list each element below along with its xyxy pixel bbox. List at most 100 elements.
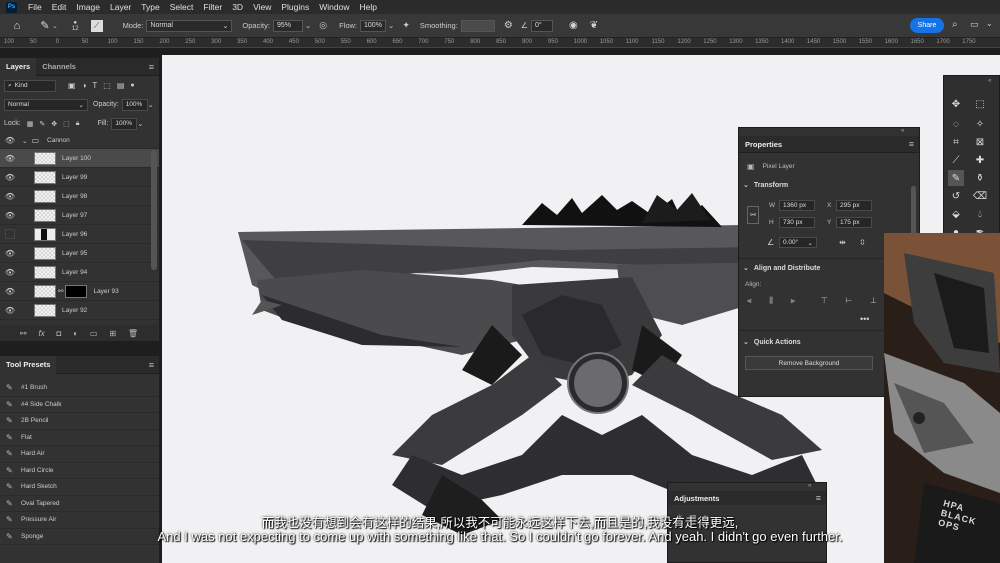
eye-icon[interactable]: 👁︎ xyxy=(0,249,20,258)
frame-tool-icon[interactable]: ⊠ xyxy=(972,134,988,150)
workspace-icon[interactable]: ▭ xyxy=(970,19,979,30)
photoshop-logo-icon[interactable]: Ps xyxy=(6,1,17,13)
eyedropper-icon[interactable]: ⟋ xyxy=(948,152,964,168)
layer-row[interactable]: 👁︎ Layer 98 xyxy=(0,187,159,206)
menu-plugins[interactable]: Plugins xyxy=(276,2,314,12)
eye-icon[interactable]: 👁︎ xyxy=(0,287,20,296)
layer-mask-thumbnail[interactable] xyxy=(65,284,88,298)
menu-help[interactable]: Help xyxy=(354,2,381,12)
eye-icon[interactable]: 👁︎ xyxy=(0,154,20,163)
layer-row[interactable]: Layer 96 xyxy=(0,225,159,244)
stamp-tool-icon[interactable]: ⚱ xyxy=(972,170,988,186)
align-left-icon[interactable]: ⫷ xyxy=(747,296,752,306)
y-field[interactable]: 175 px xyxy=(836,217,872,228)
eraser-icon[interactable]: ⌫ xyxy=(972,188,988,204)
panel-menu-icon[interactable]: ≡ xyxy=(816,493,821,503)
magic-wand-icon[interactable]: ✧ xyxy=(972,116,988,132)
flip-horizontal-icon[interactable]: ⇹ xyxy=(839,238,846,247)
new-layer-icon[interactable]: ⊞ xyxy=(109,329,116,338)
panel-collapse-icon[interactable]: « xyxy=(988,78,991,84)
flip-vertical-icon[interactable]: ⇳ xyxy=(859,238,866,247)
preset-item[interactable]: ✎ #4 Side Chalk xyxy=(0,397,159,413)
preset-item[interactable]: ✎ Oval Tapered xyxy=(0,496,159,512)
airbrush-icon[interactable]: ✦ xyxy=(402,20,410,31)
layer-row[interactable]: 👁︎ Layer 100 xyxy=(0,149,159,168)
eye-icon[interactable]: 👁︎ xyxy=(0,268,20,277)
menu-view[interactable]: View xyxy=(248,2,276,12)
x-field[interactable]: 295 px xyxy=(836,200,872,211)
remove-background-button[interactable]: Remove Background xyxy=(745,356,873,370)
tab-channels[interactable]: Channels xyxy=(36,58,82,76)
layer-row[interactable]: 👁︎ Layer 99 xyxy=(0,168,159,187)
menu-type[interactable]: Type xyxy=(136,2,164,12)
smoothing-field[interactable] xyxy=(460,19,495,32)
height-field[interactable]: 730 px xyxy=(779,217,815,228)
chevron-down-icon[interactable]: ⌄ xyxy=(305,21,311,30)
eye-icon[interactable]: 👁︎ xyxy=(0,192,20,201)
brush-settings-icon[interactable]: ⟋ xyxy=(90,19,103,32)
lasso-tool-icon[interactable]: ◌ xyxy=(948,116,964,132)
menu-filter[interactable]: Filter xyxy=(198,2,227,12)
chevron-down-icon[interactable]: ⌄ xyxy=(22,137,27,145)
artboard-tool-icon[interactable]: ⬚ xyxy=(972,96,988,112)
filter-adjustment-icon[interactable]: ◑ xyxy=(82,81,87,90)
menu-select[interactable]: Select xyxy=(165,2,199,12)
width-field[interactable]: 1360 px xyxy=(779,200,815,211)
panel-collapse-icon[interactable]: « xyxy=(901,128,904,134)
filter-type-icon[interactable]: T xyxy=(92,81,97,90)
rotation-field[interactable]: 0.00° ⌄ xyxy=(779,237,817,248)
align-top-icon[interactable]: ⊤ xyxy=(821,296,828,306)
chevron-down-icon[interactable]: ⌄ xyxy=(148,101,154,109)
filter-smart-icon[interactable]: ▤ xyxy=(117,81,125,90)
filter-kind-select[interactable]: ⌕ Kind xyxy=(4,79,56,92)
healing-brush-icon[interactable]: ✚ xyxy=(972,152,988,168)
preset-item[interactable]: ✎ Flat xyxy=(0,430,159,446)
layer-row[interactable]: 👁︎ Layer 95 xyxy=(0,244,159,263)
new-group-icon[interactable]: ▭ xyxy=(90,329,98,338)
layer-row[interactable]: 👁︎ Layer 92 xyxy=(0,301,159,320)
align-bottom-icon[interactable]: ⊥ xyxy=(870,296,877,306)
angle-field[interactable]: 0° xyxy=(530,19,553,32)
filter-toggle-icon[interactable]: ● xyxy=(130,82,134,89)
panel-menu-icon[interactable]: ≡ xyxy=(909,139,914,149)
eye-icon[interactable]: 👁︎ xyxy=(0,306,20,315)
align-center-h-icon[interactable]: ⫼ xyxy=(769,296,773,306)
preset-item[interactable]: ✎ Hard Circle xyxy=(0,463,159,479)
eye-icon[interactable]: 👁︎ xyxy=(0,211,20,220)
quick-actions-section-title[interactable]: ⌄ Quick Actions xyxy=(743,338,801,347)
menu-edit[interactable]: Edit xyxy=(47,2,72,12)
trash-icon[interactable]: 🗑︎ xyxy=(128,329,138,338)
filter-shape-icon[interactable]: ⬚ xyxy=(103,81,111,90)
chevron-down-icon[interactable]: ⌄ xyxy=(388,21,394,30)
home-icon[interactable]: ⌂ xyxy=(10,19,24,33)
fill-field[interactable]: 100% xyxy=(111,117,138,130)
eye-icon[interactable]: 👁︎ xyxy=(0,136,20,145)
eye-icon[interactable] xyxy=(5,229,15,239)
brush-tool-icon[interactable]: ✎ xyxy=(948,170,964,186)
panel-menu-icon[interactable]: ≡ xyxy=(149,360,154,370)
link-proportions-icon[interactable]: ⚯ xyxy=(747,206,759,224)
brush-size-preview[interactable]: ● 12 xyxy=(72,20,79,32)
eye-icon[interactable]: 👁︎ xyxy=(0,173,20,182)
link-layers-icon[interactable]: ⚯ xyxy=(20,329,27,338)
filter-pixel-icon[interactable]: ▣ xyxy=(68,81,76,90)
preset-item[interactable]: ✎ 2B Pencil xyxy=(0,413,159,430)
lock-all-icon[interactable]: 🔒︎ xyxy=(76,120,80,128)
preset-item[interactable]: ✎ #1 Brush xyxy=(0,380,159,397)
transform-section-title[interactable]: ⌄ Transform xyxy=(743,181,788,190)
symmetry-icon[interactable]: ❦ xyxy=(590,20,598,31)
menu-window[interactable]: Window xyxy=(314,2,354,12)
more-options-icon[interactable]: ••• xyxy=(860,314,869,324)
move-tool-icon[interactable]: ✥ xyxy=(948,96,964,112)
layers-scrollbar[interactable] xyxy=(151,150,157,270)
crop-tool-icon[interactable]: ⌗ xyxy=(948,134,964,150)
tab-tool-presets[interactable]: Tool Presets xyxy=(0,355,57,374)
layer-opacity-field[interactable]: 100% xyxy=(121,98,148,111)
share-button[interactable]: Share xyxy=(910,18,944,33)
preset-item[interactable]: ✎ Hard Sketch xyxy=(0,479,159,496)
layer-row[interactable]: 👁︎ Layer 94 xyxy=(0,263,159,282)
align-right-icon[interactable]: ⫸ xyxy=(791,296,796,306)
brush-tool-icon[interactable]: ✎ xyxy=(38,19,52,33)
chevron-down-icon[interactable]: ⌄ xyxy=(986,19,993,28)
flow-field[interactable]: 100% xyxy=(360,19,387,32)
